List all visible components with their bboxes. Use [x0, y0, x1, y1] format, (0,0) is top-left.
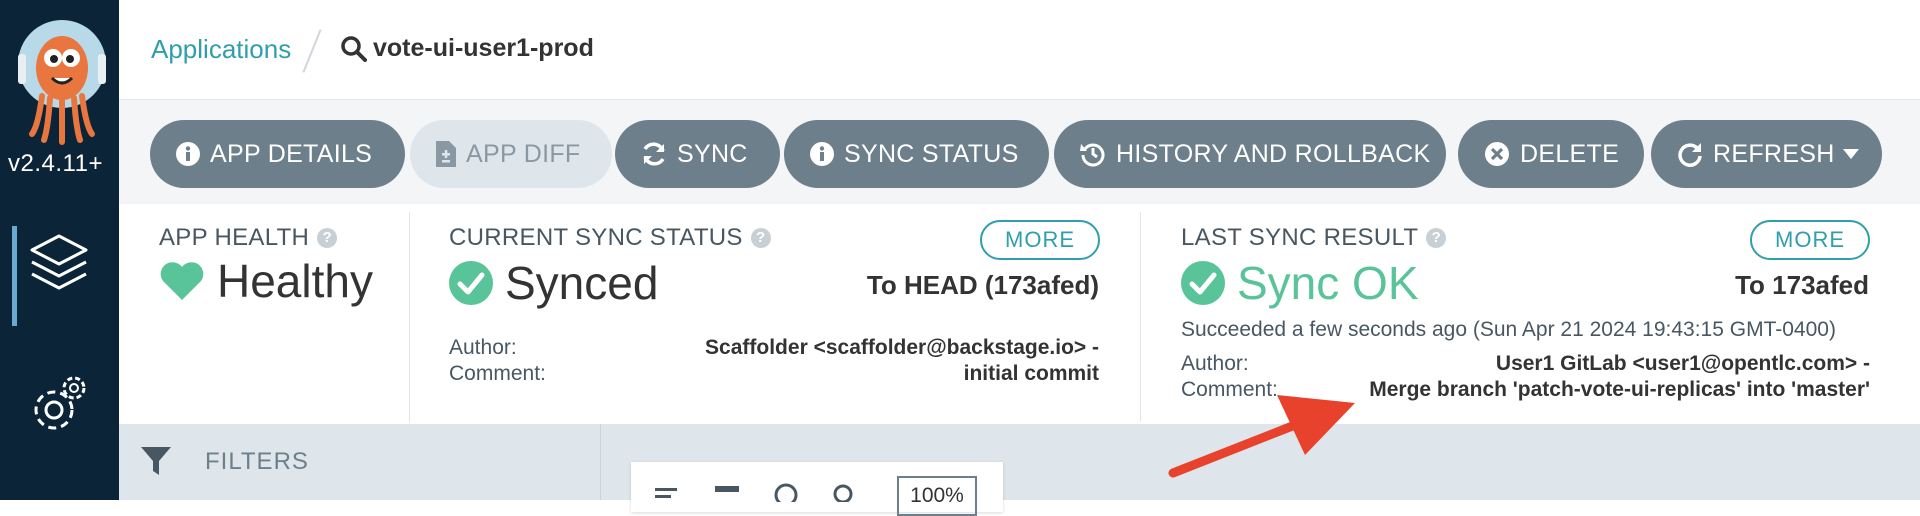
- annotation-arrow-icon: [1168, 395, 1355, 478]
- breadcrumb-app-name[interactable]: vote-ui-user1-prod: [373, 34, 594, 63]
- current-sync-status-text: Synced: [505, 257, 659, 309]
- list-view-icon[interactable]: [655, 486, 679, 506]
- help-icon[interactable]: ?: [317, 228, 338, 248]
- zoom-level[interactable]: 100%: [897, 476, 977, 516]
- current-sync-title-text: CURRENT SYNC STATUS: [449, 224, 743, 251]
- current-sync-more-button[interactable]: MORE: [980, 220, 1100, 260]
- layers-icon: [30, 234, 88, 290]
- refresh-button[interactable]: REFRESH: [1651, 120, 1882, 188]
- app-health-status-text: Healthy: [217, 255, 373, 307]
- comment-label: Comment:: [449, 362, 546, 385]
- author-label: Author:: [1181, 352, 1249, 375]
- app-health-title: APP HEALTH ?: [159, 224, 338, 252]
- nav-settings[interactable]: [26, 372, 92, 438]
- search-icon[interactable]: [831, 482, 857, 502]
- last-sync-target: To 173afed: [1735, 270, 1869, 300]
- app-diff-button[interactable]: APP DIFF: [410, 120, 612, 188]
- filter-icon: [141, 447, 171, 475]
- filters-panel[interactable]: FILTERS: [119, 424, 601, 500]
- file-diff-icon: [436, 141, 456, 167]
- current-sync-author: Scaffolder <scaffolder@backstage.io> -: [705, 336, 1099, 359]
- history-icon: [1080, 143, 1105, 167]
- last-sync-more-button[interactable]: MORE: [1750, 220, 1870, 260]
- heart-icon: [160, 262, 204, 300]
- app-details-label: APP DETAILS: [210, 139, 373, 168]
- sidebar: v2.4.11+: [0, 0, 119, 500]
- last-sync-status-text: Sync OK: [1237, 257, 1419, 309]
- sync-label: SYNC: [677, 139, 748, 168]
- current-sync-comment: initial commit: [963, 362, 1099, 385]
- top-bar: Applications vote-ui-user1-prod: [119, 0, 1920, 100]
- current-sync-status: Synced: [449, 256, 658, 310]
- content-area: FILTERS 100%: [119, 424, 1920, 516]
- close-circle-icon: [1485, 142, 1509, 166]
- argo-logo[interactable]: [14, 16, 110, 146]
- active-indicator: [12, 226, 17, 326]
- current-sync-target: To HEAD (173afed): [866, 270, 1099, 300]
- action-toolbar: APP DETAILS APP DIFF SYNC SYNC STATUS HI…: [119, 100, 1920, 204]
- sync-icon: [643, 142, 665, 166]
- network-view-icon[interactable]: [713, 484, 741, 504]
- breadcrumb-applications[interactable]: Applications: [151, 34, 291, 65]
- sync-status-label: SYNC STATUS: [844, 139, 1019, 168]
- search-icon[interactable]: [341, 36, 367, 62]
- breadcrumb-separator: [302, 29, 322, 73]
- version-label: v2.4.11+: [8, 150, 103, 177]
- gear-icon: [34, 376, 86, 430]
- refresh-label: REFRESH: [1713, 139, 1835, 168]
- status-panels: APP HEALTH ? Healthy CURRENT SYNC STATUS…: [119, 204, 1920, 424]
- filters-label: FILTERS: [205, 448, 309, 475]
- check-circle-icon: [449, 261, 493, 305]
- help-icon[interactable]: ?: [1426, 228, 1447, 248]
- last-sync-status: Sync OK: [1181, 256, 1419, 310]
- app-details-button[interactable]: APP DETAILS: [150, 120, 405, 188]
- app-health-status: Healthy: [159, 254, 373, 308]
- panel-divider: [1140, 212, 1141, 422]
- nav-applications[interactable]: [0, 222, 119, 328]
- sync-status-button[interactable]: SYNC STATUS: [784, 120, 1049, 188]
- app-diff-label: APP DIFF: [466, 139, 581, 168]
- panel-divider: [409, 212, 410, 422]
- last-sync-comment: Merge branch 'patch-vote-ui-replicas' in…: [1369, 378, 1870, 401]
- last-sync-time: Succeeded a few seconds ago (Sun Apr 21 …: [1181, 318, 1836, 341]
- delete-button[interactable]: DELETE: [1458, 120, 1644, 188]
- history-rollback-button[interactable]: HISTORY AND ROLLBACK: [1054, 120, 1446, 188]
- caret-down-icon: [1842, 149, 1859, 159]
- app-health-title-text: APP HEALTH: [159, 224, 310, 251]
- refresh-icon: [1678, 143, 1702, 167]
- check-circle-icon: [1181, 261, 1225, 305]
- delete-label: DELETE: [1520, 139, 1620, 168]
- info-icon: [176, 142, 200, 166]
- author-label: Author:: [449, 336, 517, 359]
- view-toolbar: 100%: [631, 462, 1003, 516]
- last-sync-author: User1 GitLab <user1@opentlc.com> -: [1495, 352, 1870, 375]
- help-icon[interactable]: ?: [750, 228, 771, 248]
- clock-icon[interactable]: [773, 482, 799, 502]
- current-sync-title: CURRENT SYNC STATUS ?: [449, 224, 771, 252]
- last-sync-title: LAST SYNC RESULT ?: [1181, 224, 1447, 252]
- sync-button[interactable]: SYNC: [615, 120, 780, 188]
- info-icon: [810, 142, 834, 166]
- last-sync-title-text: LAST SYNC RESULT: [1181, 224, 1419, 251]
- history-rollback-label: HISTORY AND ROLLBACK: [1116, 139, 1431, 168]
